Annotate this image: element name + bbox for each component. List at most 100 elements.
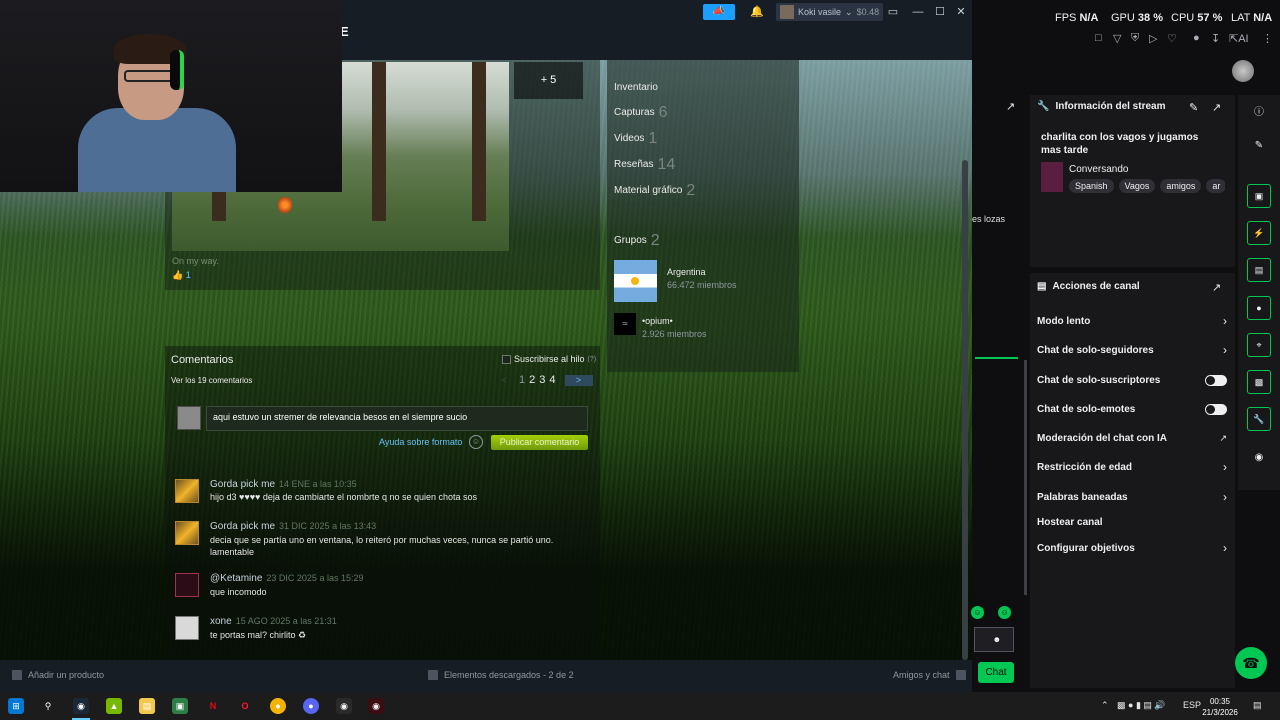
- store-icon[interactable]: ▣: [172, 698, 188, 714]
- comment-author[interactable]: Gorda pick me 31 DIC 2025 a las 13:43: [210, 521, 376, 532]
- comment-input[interactable]: aqui estuvo un stremer de relevancia bes…: [206, 406, 588, 431]
- chat-bubble-icon[interactable]: ●: [1247, 296, 1271, 320]
- avatar[interactable]: [175, 521, 199, 545]
- language-indicator[interactable]: ESP: [1183, 700, 1201, 710]
- comment-author[interactable]: @Ketamine 23 DIC 2025 a las 15:29: [210, 573, 363, 584]
- netflix-icon[interactable]: N: [205, 698, 221, 714]
- chrome-icon[interactable]: ●: [270, 698, 286, 714]
- info-icon[interactable]: ⓘ: [1252, 103, 1266, 118]
- clip-icon[interactable]: ▣: [1247, 184, 1271, 208]
- popout-icon[interactable]: ↗: [1212, 281, 1221, 294]
- profile-link-screenshots[interactable]: Capturas 6: [614, 104, 667, 122]
- emote-icon[interactable]: ☺: [971, 606, 984, 619]
- popout-icon[interactable]: ↗: [1212, 101, 1221, 114]
- view-all-comments-link[interactable]: Ver los 19 comentarios: [171, 376, 252, 385]
- page-4[interactable]: 4: [548, 374, 556, 386]
- action-host-channel[interactable]: Hostear canal: [1037, 514, 1227, 530]
- chat-send-button[interactable]: Chat: [978, 662, 1014, 683]
- tag[interactable]: amigos: [1160, 179, 1202, 193]
- category-name[interactable]: Conversando: [1069, 164, 1128, 175]
- play-icon[interactable]: ▷: [1149, 32, 1157, 45]
- comment-author[interactable]: Gorda pick me 14 ENE a las 10:35: [210, 479, 357, 490]
- minimize-button[interactable]: —: [910, 4, 926, 20]
- more-icon[interactable]: ⋮: [1262, 32, 1273, 45]
- avatar[interactable]: [175, 573, 199, 597]
- action-slow-mode[interactable]: Modo lento ›: [1037, 313, 1227, 329]
- avatar[interactable]: [1232, 60, 1254, 82]
- heart-icon[interactable]: ♡: [1167, 32, 1177, 45]
- argentina-flag-icon[interactable]: [614, 260, 657, 302]
- document-icon[interactable]: ▤: [1247, 258, 1271, 282]
- broadcast-icon[interactable]: ⌖: [1247, 333, 1271, 357]
- post-comment-button[interactable]: Publicar comentario: [491, 435, 588, 450]
- group-name[interactable]: Argentina: [667, 267, 706, 277]
- action-followers-only[interactable]: Chat de solo-seguidores ›: [1037, 342, 1227, 358]
- opium-group-icon[interactable]: ≃: [614, 313, 636, 335]
- friends-chat-button[interactable]: Amigos y chat: [893, 670, 966, 680]
- comment-author[interactable]: xone 15 AGO 2025 a las 21:31: [210, 616, 337, 627]
- emote-icon[interactable]: ☺: [998, 606, 1011, 619]
- user-icon[interactable]: ●: [1193, 32, 1200, 44]
- bookmark-icon[interactable]: □: [1095, 32, 1102, 44]
- subscribers-only-toggle[interactable]: [1205, 374, 1227, 386]
- subscribe-checkbox[interactable]: [502, 354, 511, 364]
- megaphone-icon[interactable]: 📣: [703, 4, 735, 20]
- extensions-icon[interactable]: ◉: [1252, 452, 1266, 466]
- tag[interactable]: ar: [1206, 179, 1225, 193]
- like-count[interactable]: 👍 1: [172, 270, 191, 281]
- next-page-button[interactable]: >: [564, 374, 593, 386]
- tag[interactable]: Spanish: [1069, 179, 1114, 193]
- scrollbar[interactable]: [962, 160, 968, 660]
- action-ai-moderation[interactable]: Moderación del chat con IA ↗: [1037, 430, 1227, 446]
- close-button[interactable]: ✕: [953, 4, 969, 20]
- avatar[interactable]: [175, 479, 199, 503]
- tray-icons[interactable]: ▩ ● ▮ ▤ 🔊: [1117, 700, 1166, 711]
- bell-icon[interactable]: 🔔: [750, 4, 764, 20]
- page-2[interactable]: 2: [528, 374, 536, 386]
- chevron-up-icon[interactable]: ⌃: [1101, 700, 1109, 711]
- action-banned-words[interactable]: Palabras baneadas ›: [1037, 489, 1227, 505]
- emoji-icon[interactable]: ☺: [469, 435, 483, 449]
- subscribe-thread[interactable]: Suscribirse al hilo (?): [502, 354, 596, 364]
- search-icon[interactable]: ⚲: [40, 698, 56, 714]
- profile-link-inventory[interactable]: Inventario: [614, 82, 658, 93]
- help-icon[interactable]: (?): [588, 356, 597, 363]
- scrollbar[interactable]: [1024, 360, 1027, 595]
- filter-icon[interactable]: ▽: [1113, 32, 1121, 45]
- chat-input[interactable]: ☻: [974, 627, 1014, 652]
- lightning-icon[interactable]: ⚡: [1247, 221, 1271, 245]
- action-configure-goals[interactable]: Configurar objetivos ›: [1037, 540, 1227, 556]
- pencil-icon[interactable]: ✎: [1252, 140, 1266, 154]
- clock[interactable]: 00:35 21/3/2026: [1200, 696, 1240, 718]
- maximize-button[interactable]: ☐: [932, 4, 948, 20]
- shield-icon[interactable]: ⛨: [1131, 32, 1139, 45]
- add-product-button[interactable]: Añadir un producto: [12, 670, 104, 680]
- nvidia-icon[interactable]: ▲: [106, 698, 122, 714]
- tag[interactable]: Vagos: [1118, 179, 1156, 193]
- profile-link-reviews[interactable]: Reseñas 14: [614, 156, 675, 174]
- avatar[interactable]: [175, 616, 199, 640]
- opera-icon[interactable]: O: [237, 698, 253, 714]
- obs-icon[interactable]: ◉: [336, 698, 352, 714]
- account-menu[interactable]: Koki vasile ⌄ $0.48: [776, 3, 884, 21]
- more-screenshots-button[interactable]: + 5: [514, 62, 583, 99]
- category-box-art[interactable]: [1041, 162, 1063, 192]
- edit-icon[interactable]: ✎: [1189, 101, 1198, 114]
- profile-link-groups[interactable]: Grupos 2: [614, 232, 660, 250]
- popout-icon[interactable]: ↗: [1006, 100, 1015, 113]
- profile-link-videos[interactable]: Videos 1: [614, 130, 657, 148]
- format-help-link[interactable]: Ayuda sobre formato: [379, 437, 462, 447]
- page-1[interactable]: 1: [518, 374, 526, 386]
- discord-icon[interactable]: ●: [303, 698, 319, 714]
- download-icon[interactable]: ↧: [1211, 32, 1220, 45]
- layout-icon[interactable]: ▩: [1247, 370, 1271, 394]
- folder-icon[interactable]: ▤: [139, 698, 155, 714]
- start-icon[interactable]: ⊞: [8, 698, 24, 714]
- notification-icon[interactable]: ▤: [1253, 700, 1262, 711]
- profile-link-artwork[interactable]: Material gráfico 2: [614, 182, 695, 200]
- group-name[interactable]: •opium•: [642, 316, 673, 326]
- app-icon[interactable]: ◉: [368, 698, 384, 714]
- monitor-icon[interactable]: ▭: [885, 4, 901, 20]
- action-age-restriction[interactable]: Restricción de edad ›: [1037, 459, 1227, 475]
- downloads-button[interactable]: Elementos descargados - 2 de 2: [428, 670, 574, 680]
